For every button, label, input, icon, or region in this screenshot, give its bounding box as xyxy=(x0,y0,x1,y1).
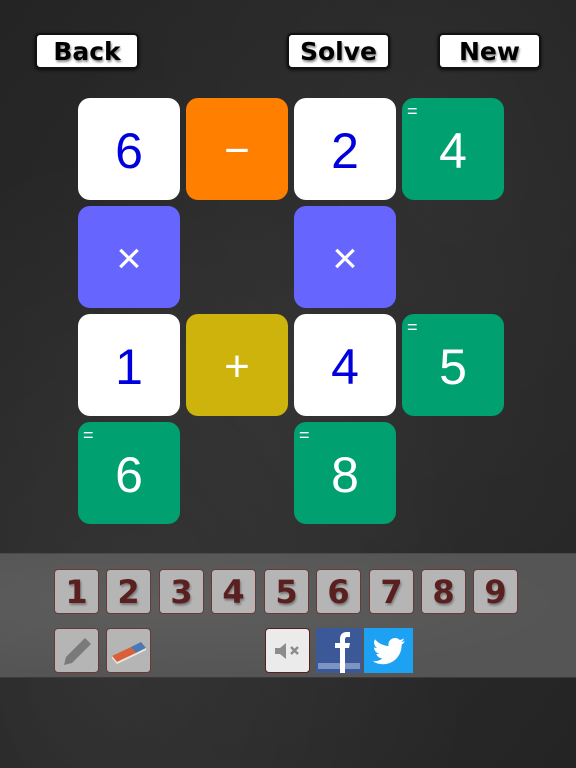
back-button[interactable]: Back xyxy=(35,33,139,69)
pencil-button[interactable] xyxy=(54,628,99,673)
twitter-share-button[interactable] xyxy=(364,628,413,673)
times-icon: × xyxy=(332,234,358,283)
result-tile-col3: = 8 xyxy=(294,422,396,524)
tile-value: 8 xyxy=(331,447,359,503)
operator-tile-plus: + xyxy=(186,314,288,416)
pencil-icon xyxy=(63,637,91,665)
times-icon: × xyxy=(116,234,142,283)
equals-icon: = xyxy=(407,101,418,121)
equals-icon: = xyxy=(83,425,94,445)
facebook-icon xyxy=(318,632,360,673)
number-key-5[interactable]: 5 xyxy=(264,569,309,614)
number-tile-r3c3[interactable]: 4 xyxy=(294,314,396,416)
number-key-7[interactable]: 7 xyxy=(369,569,414,614)
input-toolbar: 1 2 3 4 5 6 7 8 9 xyxy=(0,553,576,678)
number-key-2[interactable]: 2 xyxy=(106,569,151,614)
tile-value: 1 xyxy=(115,339,143,395)
number-key-9[interactable]: 9 xyxy=(473,569,518,614)
plus-icon: + xyxy=(224,342,250,391)
operator-tile-times-col3: × xyxy=(294,206,396,308)
number-key-8[interactable]: 8 xyxy=(421,569,466,614)
number-key-6[interactable]: 6 xyxy=(316,569,361,614)
result-tile-row1: = 4 xyxy=(402,98,504,200)
number-key-1[interactable]: 1 xyxy=(54,569,99,614)
equals-icon: = xyxy=(299,425,310,445)
result-tile-col1: = 6 xyxy=(78,422,180,524)
tile-value: 6 xyxy=(115,447,143,503)
eraser-button[interactable] xyxy=(106,628,151,673)
solve-button[interactable]: Solve xyxy=(287,33,390,69)
tile-value: 5 xyxy=(439,339,467,395)
minus-icon: − xyxy=(224,126,250,175)
speaker-muted-icon xyxy=(274,642,299,659)
mute-button[interactable] xyxy=(265,628,310,673)
tile-value: 4 xyxy=(439,123,467,179)
twitter-icon xyxy=(372,637,405,664)
eraser-icon xyxy=(111,641,146,664)
operator-tile-times-col1: × xyxy=(78,206,180,308)
number-key-4[interactable]: 4 xyxy=(211,569,256,614)
new-button[interactable]: New xyxy=(438,33,541,69)
number-tile-r1c3[interactable]: 2 xyxy=(294,98,396,200)
equals-icon: = xyxy=(407,317,418,337)
tile-value: 6 xyxy=(115,123,143,179)
facebook-share-button[interactable] xyxy=(316,628,362,673)
tile-value: 2 xyxy=(331,123,359,179)
tile-value: 4 xyxy=(331,339,359,395)
number-tile-r1c1[interactable]: 6 xyxy=(78,98,180,200)
number-tile-r3c1[interactable]: 1 xyxy=(78,314,180,416)
result-tile-row3: = 5 xyxy=(402,314,504,416)
operator-tile-minus: − xyxy=(186,98,288,200)
number-key-3[interactable]: 3 xyxy=(159,569,204,614)
